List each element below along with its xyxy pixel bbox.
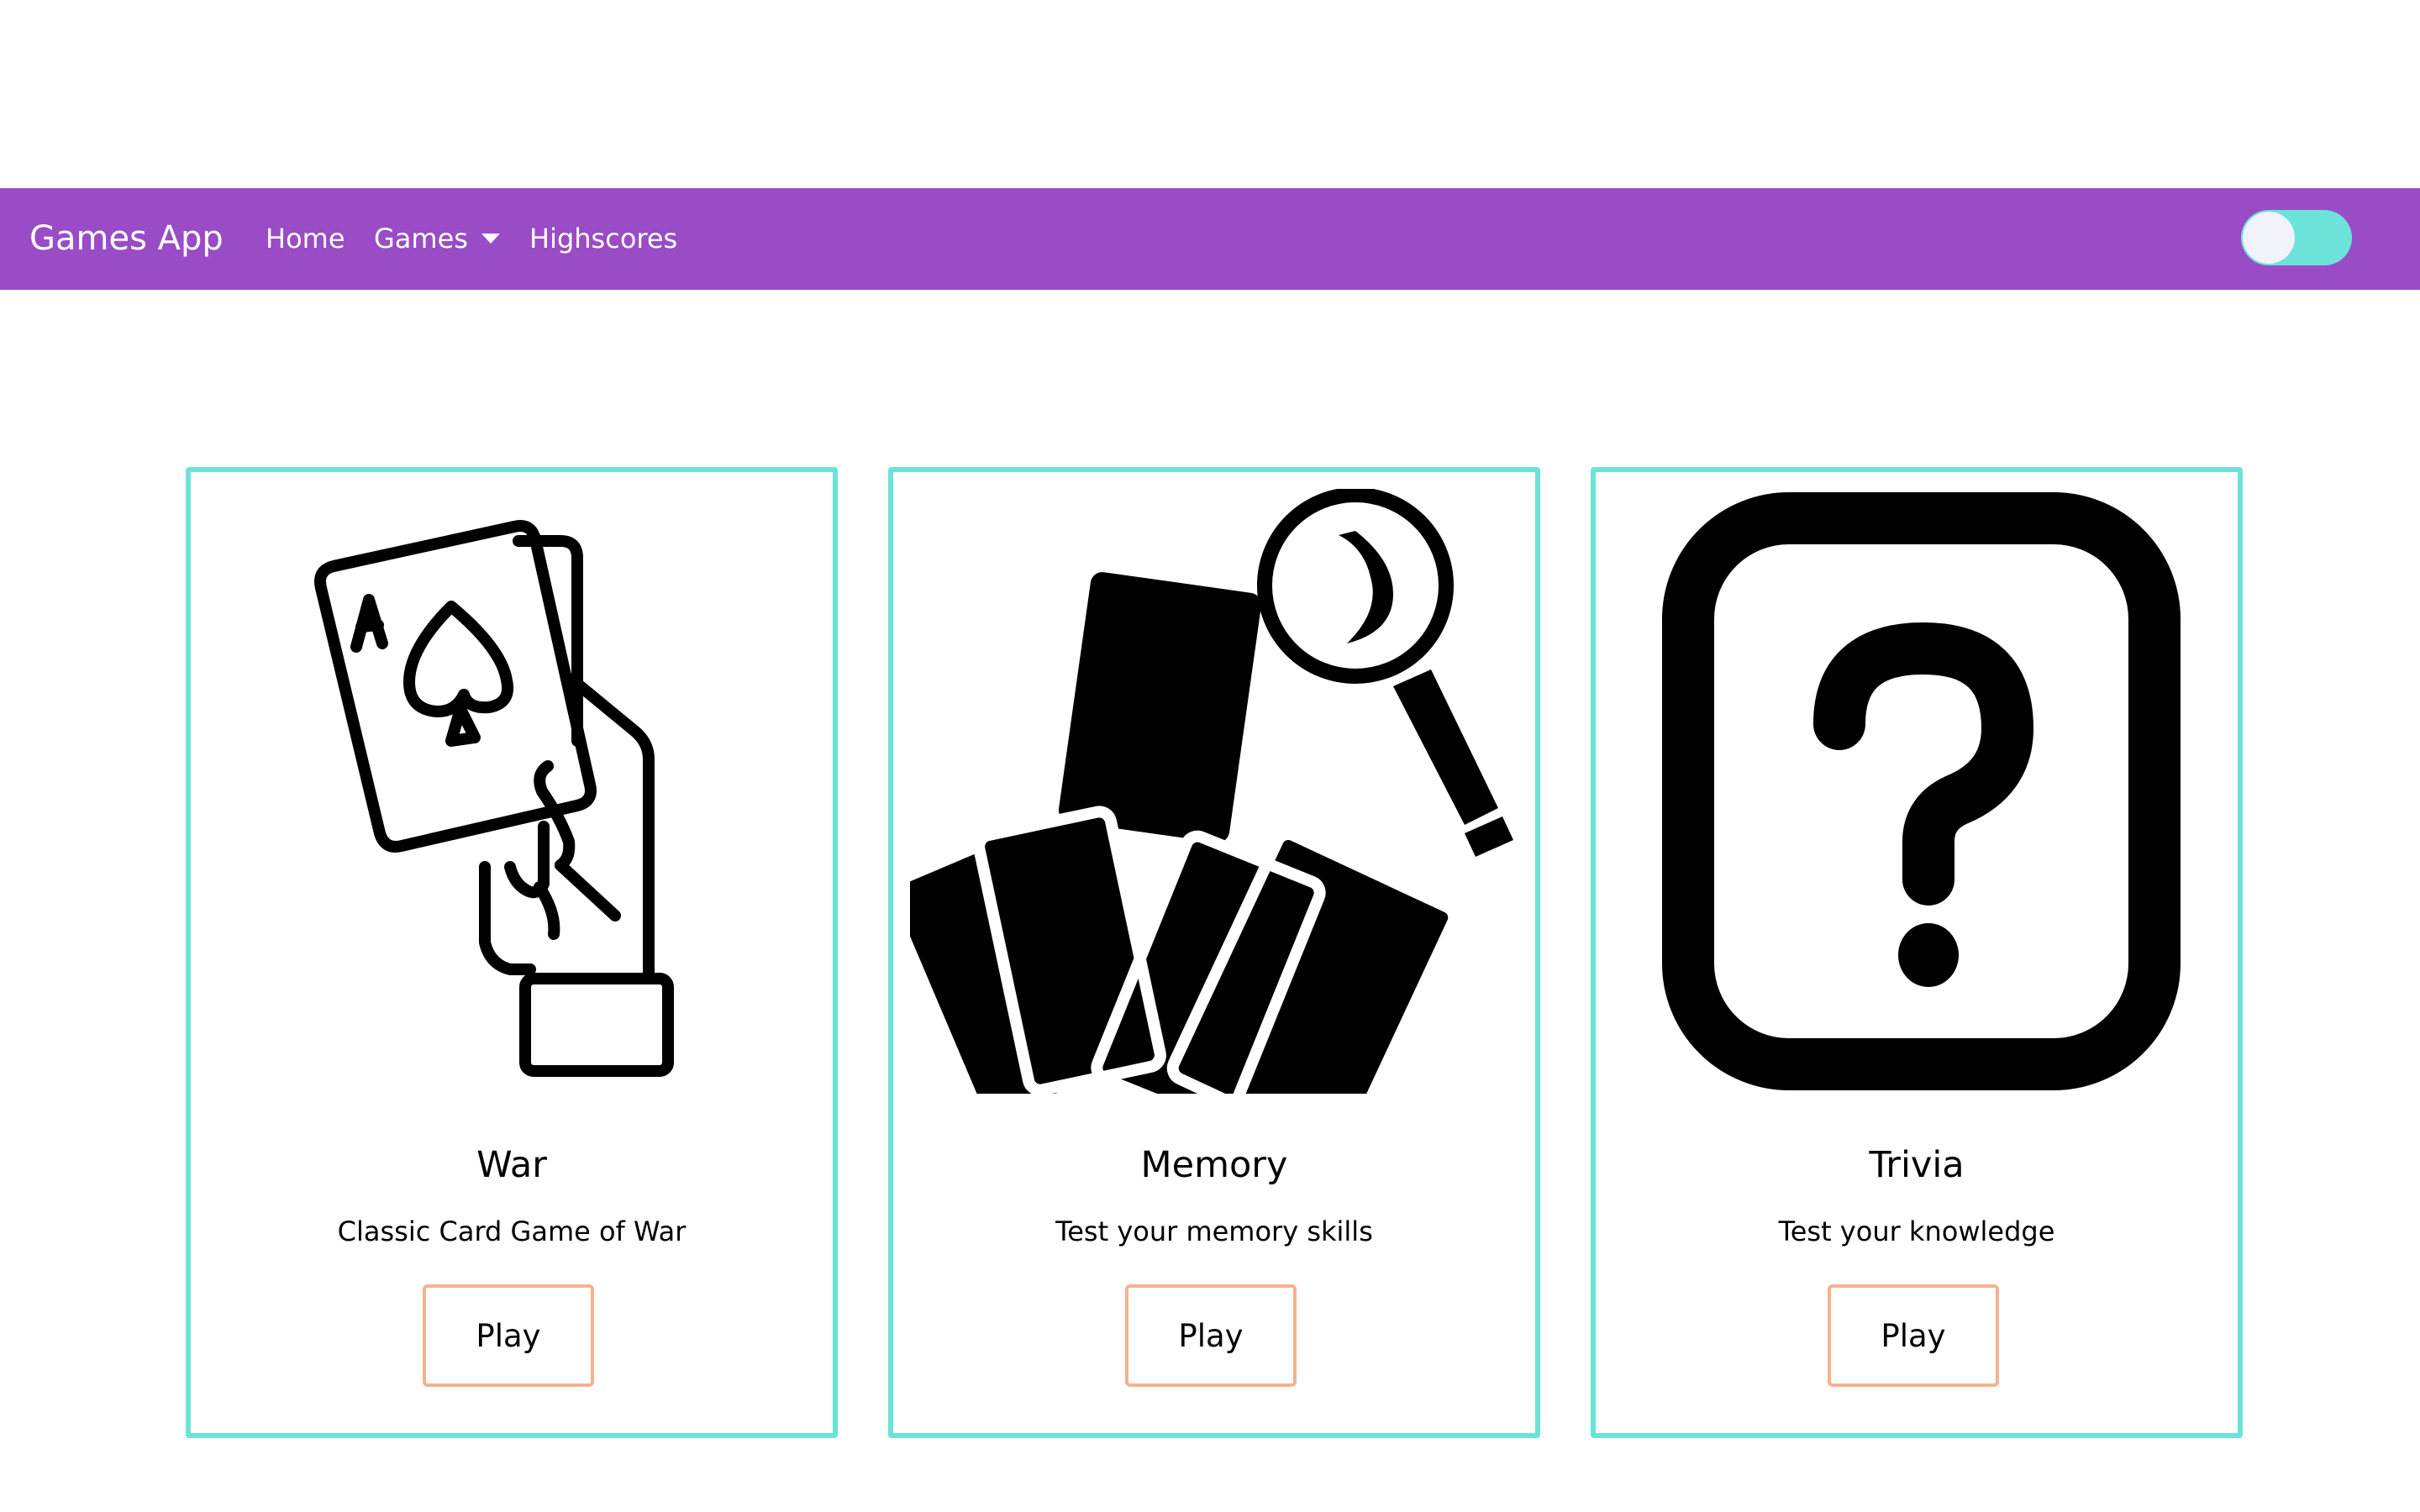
card-description: Test your knowledge: [1778, 1215, 2055, 1247]
game-card-war: War Classic Card Game of War Play: [186, 467, 838, 1438]
card-title: Memory: [1140, 1144, 1288, 1186]
nav-link-games-dropdown[interactable]: Games: [374, 188, 468, 290]
game-card-memory: Memory Test your memory skills Play: [888, 467, 1540, 1438]
card-description: Classic Card Game of War: [337, 1215, 687, 1247]
toggle-knob: [2243, 212, 2295, 264]
cards-magnifier-icon: [910, 489, 1513, 1094]
hand-holding-cards-icon: [314, 520, 674, 1077]
play-button-war[interactable]: Play: [423, 1284, 594, 1387]
card-description: Test your memory skills: [1055, 1215, 1373, 1247]
play-button-memory[interactable]: Play: [1125, 1284, 1297, 1387]
game-card-trivia: Trivia Test your knowledge Play: [1591, 467, 2243, 1438]
play-button-trivia[interactable]: Play: [1828, 1284, 1999, 1387]
nav-link-highscores[interactable]: Highscores: [529, 188, 677, 290]
theme-toggle-switch[interactable]: [2241, 210, 2352, 265]
navbar: Games App Home Games Highscores: [0, 188, 2420, 290]
nav-link-home[interactable]: Home: [266, 188, 345, 290]
navbar-brand[interactable]: Games App: [29, 188, 224, 290]
card-title: War: [476, 1144, 547, 1186]
question-mark-icon: [1662, 492, 2181, 1090]
caret-down-icon[interactable]: [481, 234, 500, 244]
card-title: Trivia: [1869, 1144, 1965, 1186]
